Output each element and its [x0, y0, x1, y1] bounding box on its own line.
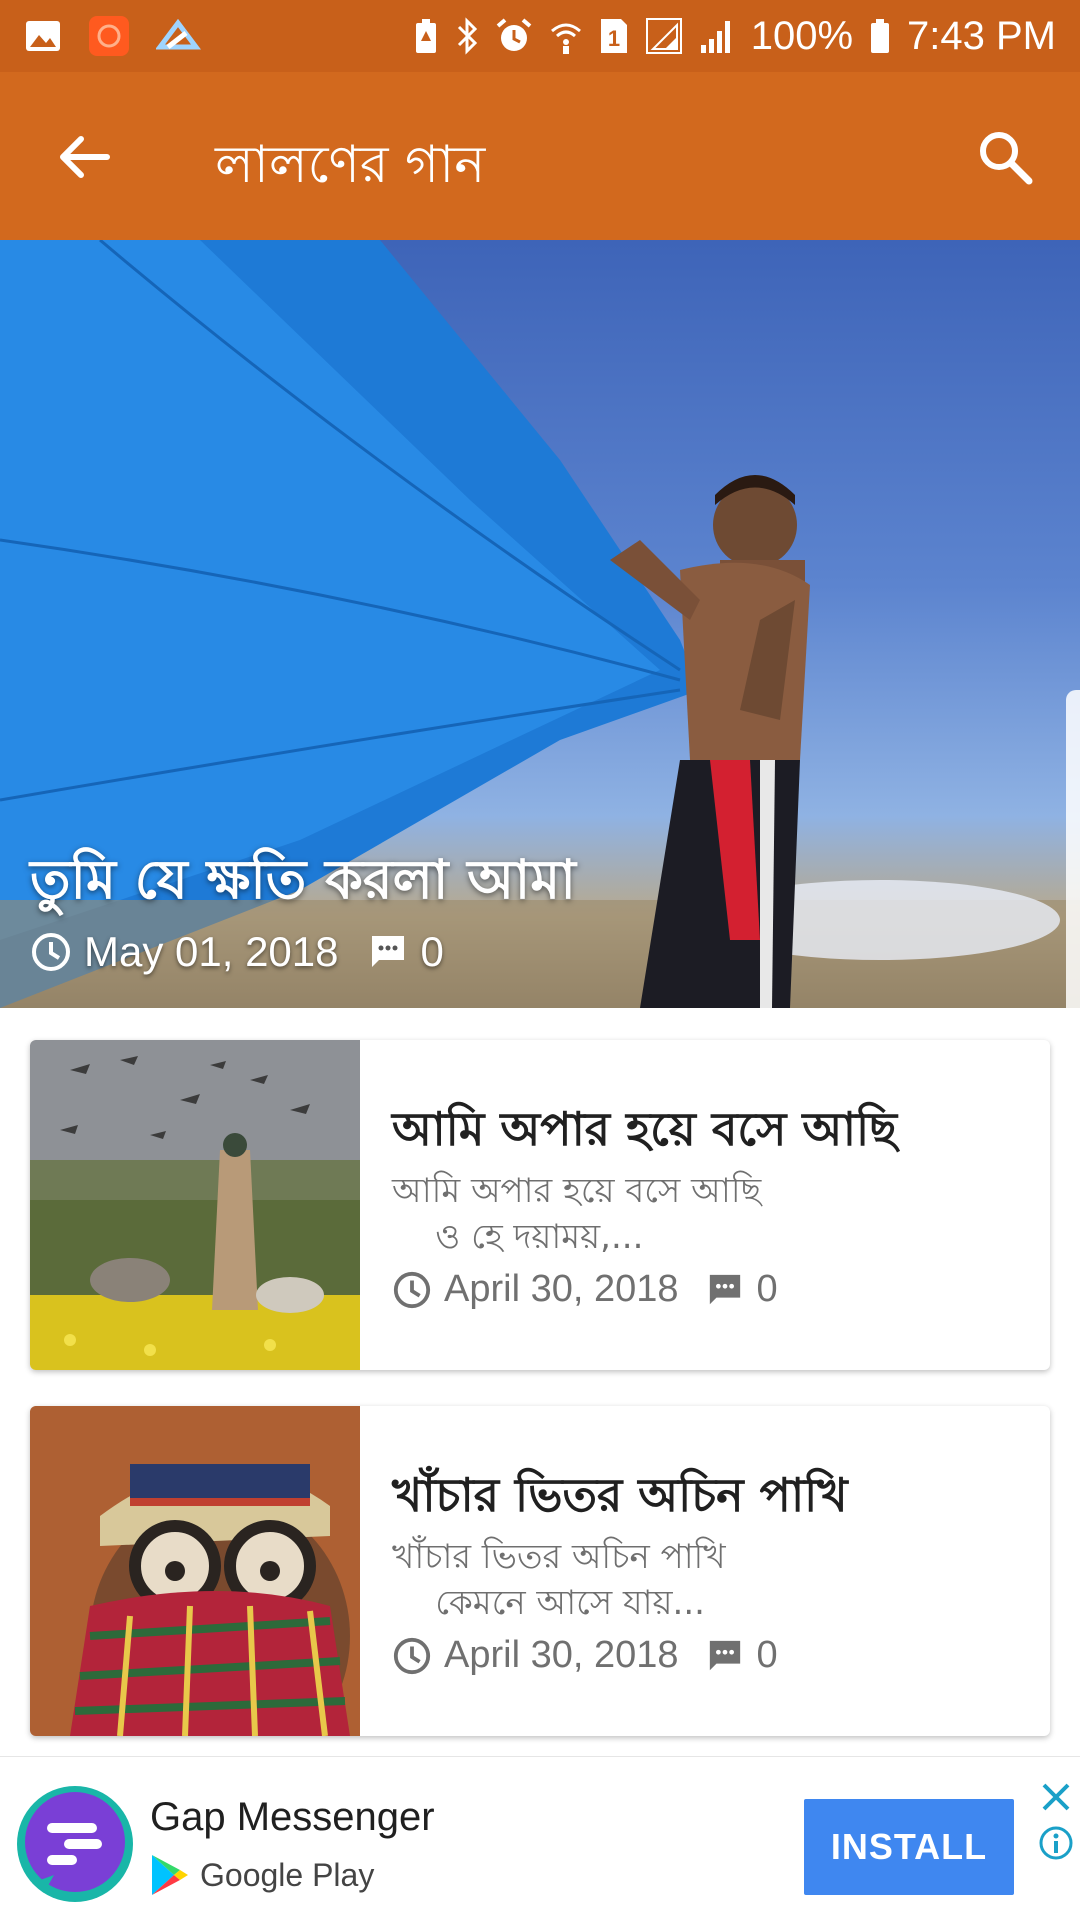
cloud-notification-icon [156, 19, 202, 53]
post-comment-count: 0 [756, 1268, 778, 1310]
post-date: April 30, 2018 [444, 1634, 679, 1676]
comment-icon [369, 933, 407, 971]
post-excerpt: খাঁচার ভিতর অচিন পাখি কেমনে আসে যায়... [392, 1537, 726, 1623]
post-thumbnail [30, 1040, 360, 1370]
arrow-back-icon [59, 135, 111, 179]
alarm-icon [495, 17, 533, 55]
clock-icon [392, 1270, 432, 1310]
clock: 7:43 PM [907, 13, 1056, 58]
bluetooth-icon [455, 17, 479, 55]
post-meta: April 30, 2018 0 [392, 1268, 778, 1311]
fast-scroll-handle[interactable] [1066, 690, 1080, 1008]
signal-sim1-icon [645, 17, 683, 55]
ad-app-name: Gap Messenger [150, 1795, 435, 1839]
ad-banner[interactable]: Gap Messenger Google Play INSTALL [0, 1756, 1080, 1921]
status-bar: 1 100% 7:43 PM [0, 0, 1080, 72]
post-excerpt: আমি অপার হয়ে বসে আছি ও হে দয়াময়,... [392, 1171, 762, 1257]
close-icon[interactable] [1038, 1779, 1074, 1815]
google-play-icon [150, 1853, 190, 1897]
comment-icon [707, 1638, 743, 1674]
clock-icon [392, 1636, 432, 1676]
clock-icon [30, 931, 72, 973]
gap-messenger-logo-icon [14, 1783, 136, 1905]
install-button[interactable]: INSTALL [804, 1799, 1014, 1895]
info-icon[interactable] [1038, 1825, 1074, 1861]
ad-store-name: Google Play [200, 1856, 375, 1893]
app-notification-icon [88, 15, 130, 57]
post-card[interactable]: আমি অপার হয়ে বসে আছি আমি অপার হয়ে বসে … [30, 1040, 1050, 1370]
post-card[interactable]: খাঁচার ভিতর অচিন পাখি খাঁচার ভিতর অচিন প… [30, 1406, 1050, 1736]
post-meta: April 30, 2018 0 [392, 1634, 778, 1677]
search-icon [977, 129, 1033, 185]
app-bar: লালণের গান [0, 72, 1080, 240]
post-title: আমি অপার হয়ে বসে আছি [392, 1102, 898, 1156]
svg-text:1: 1 [608, 26, 620, 51]
battery-icon [869, 17, 891, 55]
sim-slot-icon: 1 [599, 17, 629, 55]
featured-date: May 01, 2018 [84, 928, 339, 975]
post-title: খাঁচার ভিতর অচিন পাখি [392, 1468, 848, 1522]
featured-title: তুমি যে ক্ষতি করলা আমা [30, 848, 576, 911]
gallery-notification-icon [24, 19, 62, 53]
search-button[interactable] [970, 122, 1040, 192]
back-button[interactable] [50, 122, 120, 192]
post-comment-count: 0 [756, 1634, 778, 1676]
wifi-calling-icon [549, 17, 583, 55]
signal-sim2-icon [699, 17, 735, 55]
comment-icon [707, 1272, 743, 1308]
battery-saver-icon [413, 17, 439, 55]
post-thumbnail [30, 1406, 360, 1736]
page-title: লালণের গান [215, 135, 486, 195]
featured-post[interactable]: তুমি যে ক্ষতি করলা আমা May 01, 2018 0 [0, 240, 1080, 1008]
ad-store-badge: Google Play [150, 1853, 374, 1897]
post-date: April 30, 2018 [444, 1268, 679, 1310]
featured-meta: May 01, 2018 0 [30, 928, 444, 976]
featured-comment-count: 0 [420, 928, 444, 975]
battery-percent: 100% [750, 13, 854, 58]
